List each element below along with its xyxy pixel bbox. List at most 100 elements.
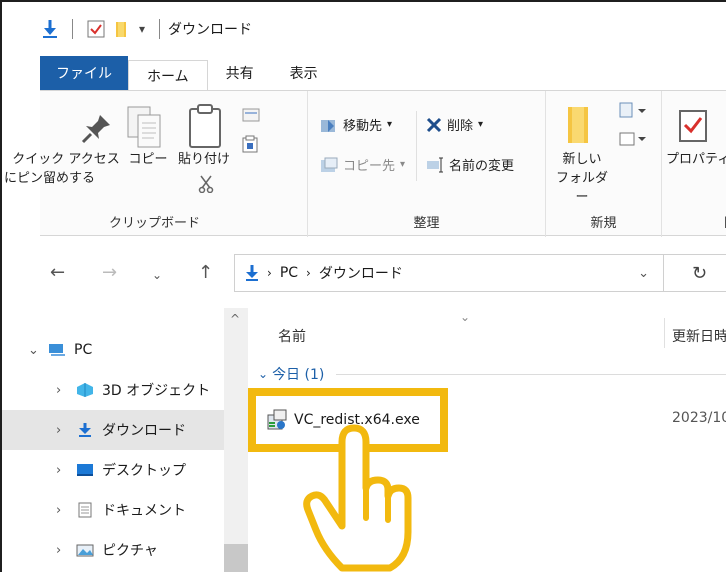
- explorer-window: ▾ ダウンロード ファイル ホーム 共有 表示 クイック アクセス にピン留めす…: [0, 0, 726, 572]
- navigation-pane-scrollbar[interactable]: ^: [224, 308, 248, 572]
- nav-item-label: デスクトップ: [102, 463, 186, 479]
- copy-to-icon: [321, 157, 338, 172]
- breadcrumb-separator-icon: ›: [306, 266, 311, 280]
- paste-icon: [189, 104, 221, 148]
- ribbon-tabs: ファイル ホーム 共有 表示: [2, 56, 726, 90]
- pin-label-line1: クイック アクセス: [12, 152, 120, 167]
- scroll-up-icon[interactable]: ^: [230, 312, 240, 326]
- breadcrumb-separator-icon: ›: [267, 266, 272, 280]
- tab-home[interactable]: ホーム: [128, 60, 208, 90]
- toolbar-separator: [72, 19, 73, 39]
- copy-icon: [127, 106, 161, 148]
- rename-label: 名前の変更: [449, 159, 515, 174]
- ribbon: クイック アクセス にピン留めする コピー 貼り付け クリップボード 移動先 ▾…: [4, 90, 726, 237]
- address-bar[interactable]: › PC › ダウンロード ⌄: [234, 254, 664, 292]
- group-header-today[interactable]: ⌄ 今日 (1): [258, 364, 726, 384]
- nav-item-label: PC: [74, 342, 93, 358]
- chevron-down-icon: ▾: [387, 119, 393, 130]
- clipboard-group: クイック アクセス にピン留めする コピー 貼り付け クリップボード: [2, 91, 308, 237]
- nav-item-label: ドキュメント: [102, 503, 186, 519]
- forward-arrow-icon[interactable]: →: [102, 262, 117, 283]
- paste-shortcut-icon[interactable]: [242, 135, 258, 153]
- 3d-objects-icon: [77, 383, 93, 397]
- new-folder-label-line1: 新しい: [562, 152, 602, 167]
- tab-share[interactable]: 共有: [208, 56, 272, 90]
- pc-icon: [49, 344, 65, 356]
- chevron-right-icon[interactable]: ›: [56, 543, 76, 558]
- nav-item-downloads[interactable]: › ダウンロード: [2, 410, 224, 450]
- breadcrumb-pc[interactable]: PC: [280, 265, 298, 281]
- sort-chevron-icon: ⌄: [460, 310, 471, 324]
- breadcrumb-downloads[interactable]: ダウンロード: [319, 263, 403, 283]
- collapse-chevron-icon[interactable]: ⌄: [258, 367, 268, 381]
- chevron-right-icon[interactable]: ›: [56, 463, 76, 478]
- refresh-button[interactable]: ↻: [664, 254, 726, 292]
- properties-button[interactable]: プロパティ: [666, 151, 726, 170]
- organize-divider: [416, 111, 417, 181]
- address-dropdown-chevron-icon[interactable]: ⌄: [638, 266, 649, 281]
- quick-access-toolbar: ▾: [42, 19, 166, 39]
- copy-path-icon[interactable]: [242, 107, 260, 123]
- new-folder-icon[interactable]: [113, 20, 131, 38]
- move-to-button[interactable]: 移動先 ▾: [320, 115, 392, 134]
- chevron-right-icon[interactable]: ›: [56, 383, 76, 398]
- nav-item-pc[interactable]: ⌄ PC: [2, 330, 224, 370]
- download-arrow-icon: [246, 265, 258, 281]
- chevron-right-icon[interactable]: ›: [56, 503, 76, 518]
- expanded-chevron-icon[interactable]: ⌄: [28, 343, 48, 358]
- up-arrow-icon[interactable]: ↑: [198, 262, 213, 283]
- group-header-label: 今日 (1): [272, 367, 325, 383]
- nav-item-label: ダウンロード: [102, 423, 186, 439]
- refresh-icon: ↻: [692, 262, 708, 284]
- delete-label: 削除: [447, 119, 474, 134]
- paste-button[interactable]: 貼り付け: [174, 151, 234, 170]
- properties-check-icon[interactable]: [87, 20, 105, 38]
- nav-item-desktop[interactable]: › デスクトップ: [2, 450, 224, 490]
- nav-item-pictures[interactable]: › ピクチャ: [2, 530, 224, 570]
- open-group: プロパティ 開く: [662, 91, 726, 237]
- chevron-down-icon: ▾: [478, 119, 484, 130]
- back-arrow-icon[interactable]: ←: [50, 262, 65, 283]
- recent-locations-chevron-icon[interactable]: ⌄: [152, 268, 162, 282]
- properties-icon: [679, 110, 707, 142]
- open-group-label: 開く: [662, 212, 726, 231]
- delete-icon: [426, 117, 442, 132]
- delete-button[interactable]: 削除 ▾: [426, 115, 483, 134]
- scissors-icon[interactable]: [198, 175, 214, 193]
- move-to-icon: [321, 119, 335, 132]
- tab-file[interactable]: ファイル: [40, 56, 128, 90]
- new-item-icon[interactable]: [618, 101, 648, 121]
- copy-to-label: コピー先: [343, 159, 396, 174]
- navigation-bar: ← → ⌄ ↑ › PC › ダウンロード ⌄ ↻: [2, 238, 726, 308]
- documents-icon: [78, 502, 92, 518]
- copy-button[interactable]: コピー: [128, 151, 168, 170]
- installer-exe-icon: [267, 409, 287, 430]
- new-group: 新しい フォルダー 新規: [546, 91, 662, 237]
- window-title: ダウンロード: [168, 22, 253, 38]
- nav-item-documents[interactable]: › ドキュメント: [2, 490, 224, 530]
- column-header-modified[interactable]: 更新日時: [672, 326, 726, 346]
- easy-access-icon[interactable]: [618, 131, 648, 149]
- chevron-down-icon: ▾: [400, 159, 406, 170]
- toolbar-separator: [159, 19, 161, 39]
- pin-to-quick-access-button[interactable]: クイック アクセス にピン留めする: [4, 151, 128, 189]
- chevron-right-icon[interactable]: ›: [56, 423, 76, 438]
- file-modified-date: 2023/10: [672, 410, 726, 426]
- column-divider[interactable]: [664, 318, 665, 348]
- desktop-icon: [77, 464, 93, 476]
- tab-view[interactable]: 表示: [272, 56, 336, 90]
- pictures-icon: [76, 544, 94, 557]
- nav-item-label: ピクチャ: [102, 543, 158, 559]
- new-folder-label-line2: フォルダー: [555, 170, 608, 205]
- rename-button[interactable]: 名前の変更: [426, 155, 514, 174]
- customize-toolbar-dropdown[interactable]: ▾: [139, 22, 145, 36]
- scrollbar-thumb[interactable]: [224, 544, 248, 572]
- nav-item-3d-objects[interactable]: › 3D オブジェクト: [2, 370, 224, 410]
- column-header-name[interactable]: 名前: [278, 326, 306, 346]
- move-to-label: 移動先: [343, 119, 383, 134]
- pin-icon: [81, 115, 110, 144]
- title-bar: ▾ ダウンロード: [2, 2, 726, 56]
- copy-to-button[interactable]: コピー先 ▾: [320, 155, 405, 174]
- new-folder-button[interactable]: 新しい フォルダー: [550, 151, 614, 208]
- download-arrow-icon: [79, 423, 91, 437]
